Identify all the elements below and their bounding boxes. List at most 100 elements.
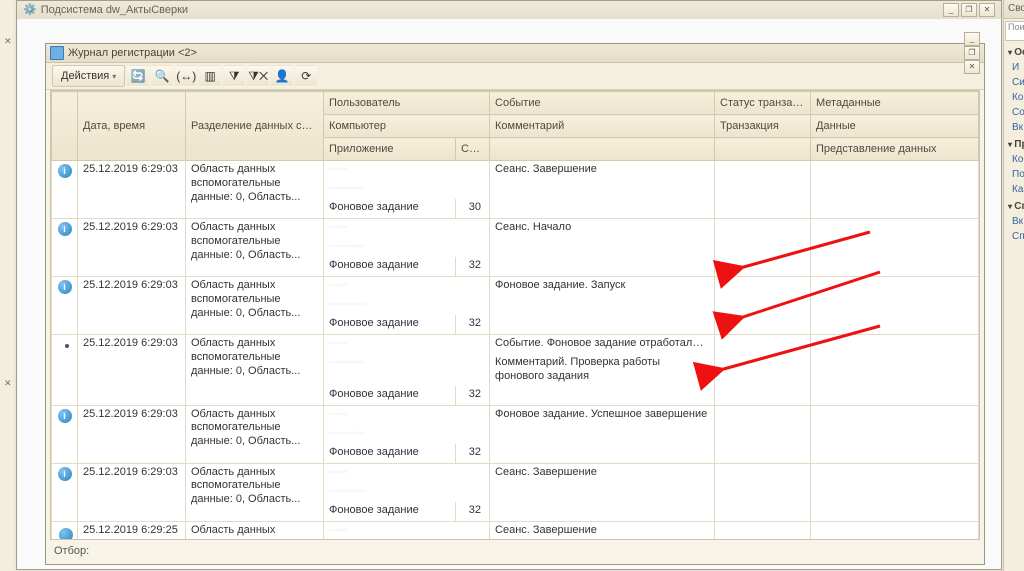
side-item[interactable]: Ко xyxy=(1004,152,1024,167)
cell-txn xyxy=(715,180,811,199)
col-session[interactable]: Сеанс xyxy=(456,138,490,161)
col-data[interactable]: Данные xyxy=(811,115,979,138)
journal-window: Журнал регистрации <2> _ ❐ ✕ Действия 🔄🔍… xyxy=(45,43,985,565)
cell-user: ····· xyxy=(324,161,490,181)
side-item[interactable]: Вк xyxy=(1004,120,1024,135)
col-partition[interactable]: Разделение данных сеанса xyxy=(186,92,324,161)
journal-maximize-button[interactable]: ❐ xyxy=(964,46,980,60)
filter-funnel-icon[interactable]: ⧩ xyxy=(223,65,245,87)
side-section[interactable]: Пр xyxy=(1004,135,1024,152)
journal-minimize-button[interactable]: _ xyxy=(964,32,980,46)
journal-title: Журнал регистрации <2> xyxy=(68,44,197,62)
cell-application: Фоновое задание xyxy=(324,444,456,464)
user-filter-icon[interactable]: 👤 xyxy=(271,65,293,87)
cell-txn-status xyxy=(715,335,811,355)
journal-grid-scroll[interactable]: Дата, время Разделение данных сеанса Пол… xyxy=(51,91,979,539)
table-row[interactable]: 25.12.2019 6:29:25Область данных вспомог… xyxy=(52,521,979,539)
col-txn[interactable]: Транзакция xyxy=(715,115,811,138)
table-row[interactable]: i25.12.2019 6:29:03Область данных вспомо… xyxy=(52,277,979,297)
side-section[interactable]: Сп xyxy=(1004,197,1024,214)
cell-session: 30 xyxy=(456,199,490,219)
col-blank[interactable] xyxy=(490,138,715,161)
col-data-repr[interactable]: Представление данных xyxy=(811,138,979,161)
table-row[interactable]: i25.12.2019 6:29:03Область данных вспомо… xyxy=(52,161,979,181)
brackets-icon[interactable]: (↔) xyxy=(175,65,197,87)
cell-blank xyxy=(490,502,715,522)
col-application[interactable]: Приложение xyxy=(324,138,456,161)
col-datetime[interactable]: Дата, время xyxy=(78,92,186,161)
cell-computer: ·········· xyxy=(324,296,490,315)
cycle-icon[interactable]: ⟳ xyxy=(295,65,317,87)
side-item[interactable]: Си xyxy=(1004,75,1024,90)
journal-close-button[interactable]: ✕ xyxy=(964,60,980,74)
close-button[interactable]: ✕ xyxy=(979,3,995,17)
cell-event: Сеанс. Завершение xyxy=(490,161,715,181)
minimize-button[interactable]: _ xyxy=(943,3,959,17)
filter-label: Отбор: xyxy=(54,545,89,557)
table-row[interactable]: i25.12.2019 6:29:03Область данных вспомо… xyxy=(52,463,979,483)
col-metadata[interactable]: Метаданные xyxy=(811,92,979,115)
cell-txn-status xyxy=(715,219,811,239)
info-icon: i xyxy=(58,222,72,236)
col-blank2[interactable] xyxy=(715,138,811,161)
side-item[interactable]: Вк xyxy=(1004,214,1024,229)
side-item[interactable]: Ко xyxy=(1004,90,1024,105)
cell-txn xyxy=(715,354,811,386)
close-tab-left-icon-2[interactable]: ✕ xyxy=(4,378,14,388)
cell-application: Фоновое задание xyxy=(324,502,456,522)
side-section[interactable]: Ос xyxy=(1004,43,1024,60)
side-item[interactable]: И xyxy=(1004,60,1024,75)
cell-application: Фоновое задание xyxy=(324,315,456,335)
cell-user: ····· xyxy=(324,521,490,539)
cell-event: Сеанс. Начало xyxy=(490,219,715,239)
refresh-icon[interactable]: 🔄 xyxy=(127,65,149,87)
header-row-1: Дата, время Разделение данных сеанса Пол… xyxy=(52,92,979,115)
filter-bar: Отбор: xyxy=(50,542,980,560)
cell-comment xyxy=(490,425,715,444)
cell-event: Сеанс. Завершение xyxy=(490,463,715,483)
actions-menu-button[interactable]: Действия xyxy=(52,65,125,87)
cell-txn-status xyxy=(715,405,811,425)
properties-header: Сво xyxy=(1004,0,1024,19)
cell-datetime: 25.12.2019 6:29:03 xyxy=(78,161,186,219)
col-event[interactable]: Событие xyxy=(490,92,715,115)
side-item[interactable]: По xyxy=(1004,167,1024,182)
cell-blank2 xyxy=(715,199,811,219)
col-txn-status[interactable]: Статус транзак... xyxy=(715,92,811,115)
cell-data-repr xyxy=(811,386,979,406)
journal-grid: Дата, время Разделение данных сеанса Пол… xyxy=(50,90,980,540)
cell-data xyxy=(811,425,979,444)
table-row[interactable]: i25.12.2019 6:29:03Область данных вспомо… xyxy=(52,219,979,239)
cell-user: ····· xyxy=(324,463,490,483)
table-row[interactable]: i25.12.2019 6:29:03Область данных вспомо… xyxy=(52,405,979,425)
cell-blank xyxy=(490,199,715,219)
cell-computer: ·········· xyxy=(324,238,490,257)
cell-partition: Область данных вспомогательные данные: 0… xyxy=(186,161,324,219)
find-icon[interactable]: 🔍 xyxy=(151,65,173,87)
col-icon[interactable] xyxy=(52,92,78,161)
info-icon: i xyxy=(58,409,72,423)
cell-application: Фоновое задание xyxy=(324,199,456,219)
cell-data xyxy=(811,296,979,315)
side-item[interactable]: Ка xyxy=(1004,182,1024,197)
cell-computer: ·········· xyxy=(324,483,490,502)
cell-metadata xyxy=(811,335,979,355)
cell-metadata xyxy=(811,521,979,539)
col-computer[interactable]: Компьютер xyxy=(324,115,490,138)
table-row[interactable]: 25.12.2019 6:29:03Область данных вспомог… xyxy=(52,335,979,355)
side-item[interactable]: Со xyxy=(1004,105,1024,120)
info-icon: i xyxy=(58,280,72,294)
cell-data xyxy=(811,180,979,199)
filter-clear-icon[interactable]: ⧩✕ xyxy=(247,65,269,87)
cell-data xyxy=(811,238,979,257)
maximize-button[interactable]: ❐ xyxy=(961,3,977,17)
cell-data xyxy=(811,483,979,502)
side-item[interactable]: Сп xyxy=(1004,229,1024,244)
col-user[interactable]: Пользователь xyxy=(324,92,490,115)
col-comment[interactable]: Комментарий xyxy=(490,115,715,138)
cell-computer: ·········· xyxy=(324,180,490,199)
cell-user: ····· xyxy=(324,277,490,297)
filter-pane-icon[interactable]: ▥ xyxy=(199,65,221,87)
side-search[interactable]: Пои xyxy=(1005,21,1024,41)
close-tab-left-icon[interactable]: ✕ xyxy=(4,36,14,46)
